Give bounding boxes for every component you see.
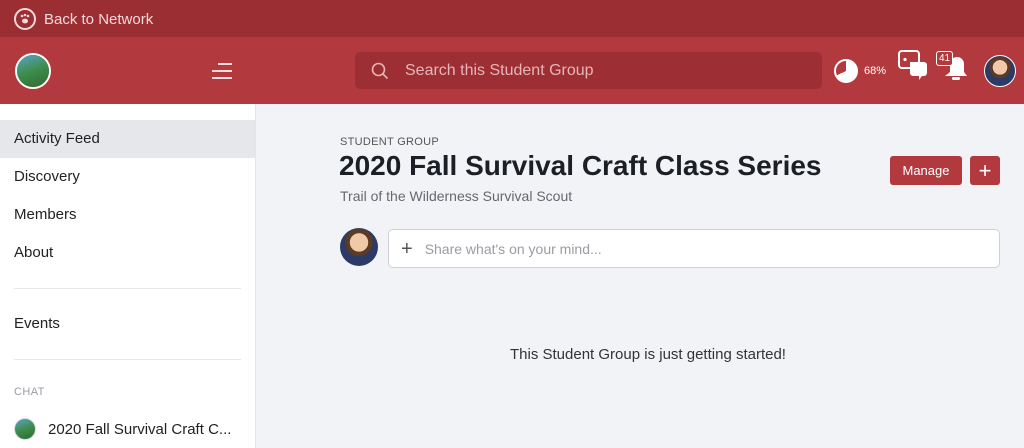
manage-button[interactable]: Manage [890,156,962,185]
app-header: Search this Student Group 68% 41 [0,37,1024,104]
sidebar-item-about[interactable]: About [0,234,255,272]
paw-icon [14,8,36,30]
page-eyebrow: STUDENT GROUP [340,136,440,148]
search-input[interactable]: Search this Student Group [355,52,822,89]
notifications-button[interactable]: 41 [936,48,972,84]
page-subtitle[interactable]: Trail of the Wilderness Survival Scout [340,188,572,204]
menu-icon[interactable] [212,63,232,79]
profile-progress[interactable]: 68% [834,59,886,83]
sidebar-item-activity-feed[interactable]: Activity Feed [0,120,255,158]
sidebar-item-members[interactable]: Members [0,196,255,234]
add-button[interactable]: + [970,156,1000,185]
sidebar-divider [14,359,241,360]
plus-icon: + [401,237,413,260]
back-to-network-link[interactable]: Back to Network [14,8,153,30]
chat-group-avatar [14,418,36,440]
post-composer-input[interactable]: + Share what's on your mind... [388,229,1000,268]
user-avatar[interactable] [984,55,1016,87]
group-avatar[interactable] [15,53,51,89]
chat-button[interactable] [896,48,932,84]
empty-state-message: This Student Group is just getting start… [510,346,786,363]
composer-avatar [340,228,378,266]
sidebar: Activity Feed Discovery Members About Ev… [0,104,256,448]
main-content: STUDENT GROUP 2020 Fall Survival Craft C… [256,104,1024,448]
sidebar-item-events[interactable]: Events [0,305,255,343]
post-placeholder: Share what's on your mind... [424,240,602,257]
search-icon [371,62,389,79]
notifications-badge: 41 [936,51,954,66]
chat-icon [898,50,927,80]
sidebar-header [0,37,256,104]
progress-pie-icon [834,59,858,83]
chat-item[interactable]: 2020 Fall Survival Craft C... [0,414,255,444]
sidebar-item-discovery[interactable]: Discovery [0,158,255,196]
chat-section-label: CHAT [14,386,45,398]
page-title: 2020 Fall Survival Craft Class Series [339,150,822,181]
progress-label: 68% [864,65,887,77]
search-placeholder: Search this Student Group [405,61,594,79]
chat-item-label: 2020 Fall Survival Craft C... [48,420,232,438]
back-to-network-label: Back to Network [44,10,154,28]
network-bar: Back to Network [0,0,1024,37]
